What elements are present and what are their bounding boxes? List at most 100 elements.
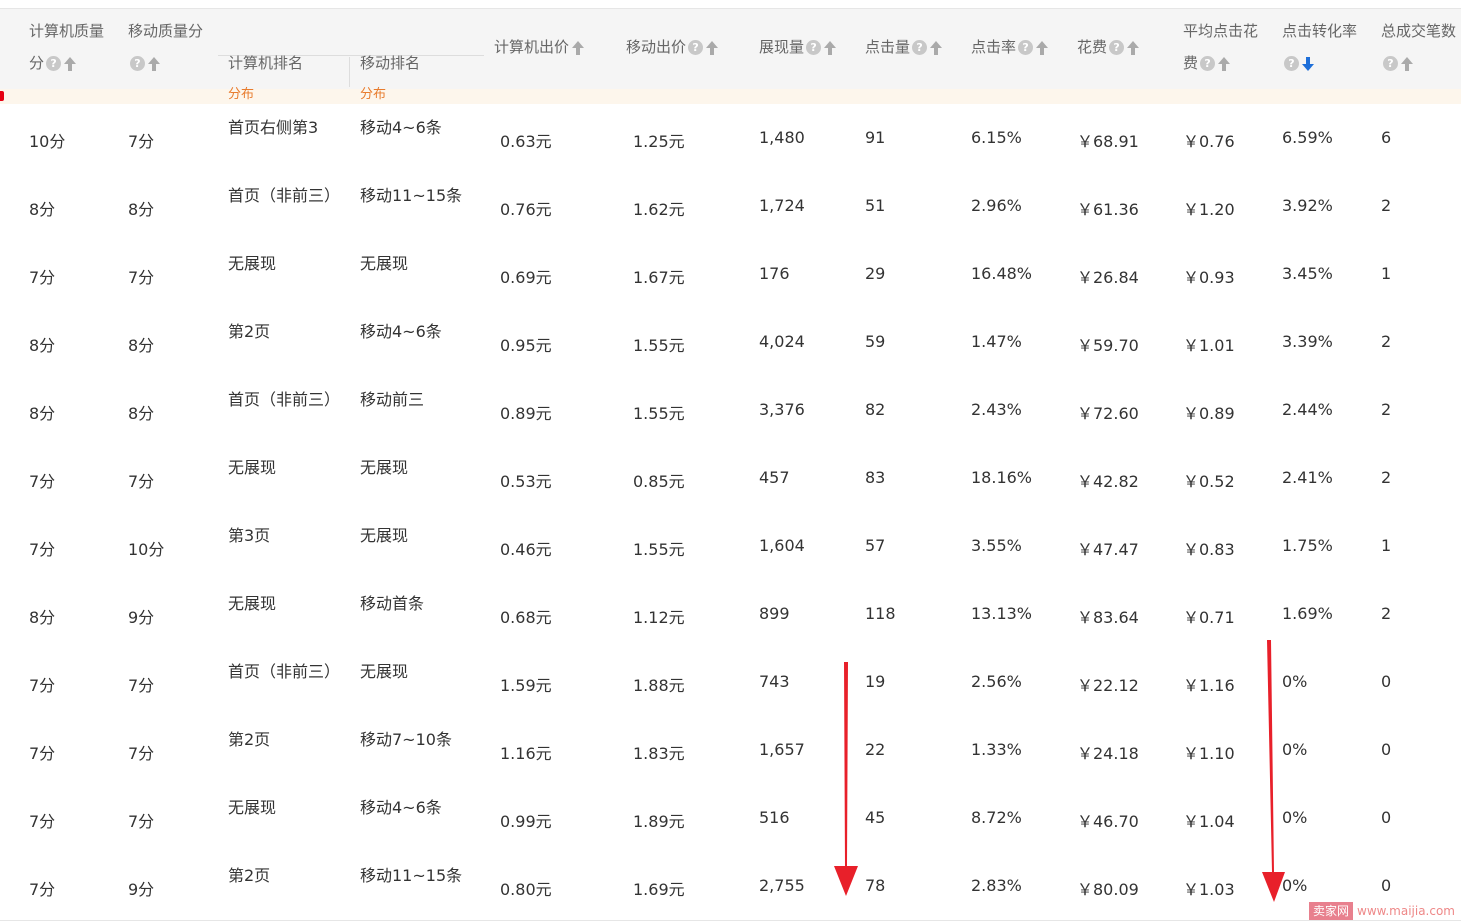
sort-up-icon[interactable] xyxy=(929,40,943,56)
help-icon[interactable]: ? xyxy=(46,56,62,71)
strip-label-left: 分布 xyxy=(228,87,255,102)
table-row[interactable]: 7分 7分 无展现 移动4~6条 0.99元 1.89元 516 45 8.72% ￥46.70 ￥… xyxy=(0,784,1461,853)
col-cost-label: 花费 xyxy=(1077,38,1108,56)
cell-mobile-rank: 无展现 xyxy=(360,458,409,477)
col-impressions[interactable]: 展现量? xyxy=(759,31,837,63)
table-row[interactable]: 7分 10分 第3页 无展现 0.46元 1.55元 1,604 57 3.55% ￥47.47 ￥… xyxy=(0,512,1461,581)
cell-pc-quality: 7分 xyxy=(29,676,56,695)
cell-pc-quality: 7分 xyxy=(29,472,56,491)
cell-orders: 2 xyxy=(1381,468,1392,487)
table-row[interactable]: 10分 7分 首页右侧第3 移动4~6条 0.63元 1.25元 1,480 91 6.15% ￥… xyxy=(0,104,1461,173)
col-pc-bid-label: 计算机出价 xyxy=(494,38,570,56)
cell-cost: ￥68.91 xyxy=(1077,132,1139,151)
help-icon[interactable]: ? xyxy=(1200,56,1216,71)
cell-pc-rank: 无展现 xyxy=(228,798,277,817)
sort-up-icon[interactable] xyxy=(147,56,161,72)
col-avg-cpc-line2: 费 xyxy=(1183,54,1199,72)
sort-up-icon[interactable] xyxy=(571,40,585,56)
col-avg-cpc-line1: 平均点击花 xyxy=(1183,22,1259,40)
cell-pc-quality: 7分 xyxy=(29,880,56,899)
cell-orders: 2 xyxy=(1381,400,1392,419)
strip-label-right: 分布 xyxy=(360,87,387,102)
sort-up-icon[interactable] xyxy=(63,56,77,72)
cell-impressions: 1,604 xyxy=(759,536,805,555)
cell-pc-bid: 0.80元 xyxy=(500,880,552,899)
cell-pc-quality: 10分 xyxy=(29,132,66,151)
cell-mobile-bid: 1.55元 xyxy=(633,336,685,355)
cell-mobile-quality: 7分 xyxy=(128,472,155,491)
col-pc-rank[interactable]: 计算机排名 xyxy=(228,47,303,79)
col-mobile-quality[interactable]: 移动质量分 ? xyxy=(128,15,203,79)
sort-up-icon[interactable] xyxy=(705,40,719,56)
sort-up-icon[interactable] xyxy=(823,40,837,56)
help-icon[interactable]: ? xyxy=(130,56,145,71)
sort-up-icon[interactable] xyxy=(1126,40,1140,56)
cell-cost: ￥80.09 xyxy=(1077,880,1139,899)
col-orders[interactable]: 总成交笔数 ? xyxy=(1381,15,1456,79)
cell-pc-quality: 8分 xyxy=(29,608,56,627)
cell-clicks: 51 xyxy=(865,196,886,215)
col-pc-quality-line2: 分 xyxy=(29,54,45,72)
cell-mobile-rank: 移动11~15条 xyxy=(360,866,463,885)
cell-ctr: 18.16% xyxy=(971,468,1033,487)
table-row[interactable]: 8分 8分 首页（非前三） 移动11~15条 0.76元 1.62元 1,724 51 2.96… xyxy=(0,172,1461,241)
cell-conversion-rate: 2.41% xyxy=(1282,468,1333,487)
help-icon[interactable]: ? xyxy=(1109,40,1125,55)
cell-pc-bid: 0.69元 xyxy=(500,268,552,287)
table-row[interactable]: 8分 9分 无展现 移动首条 0.68元 1.12元 899 118 13.13% ￥83.64 ￥… xyxy=(0,580,1461,649)
col-pc-quality[interactable]: 计算机质量 分? xyxy=(29,15,104,79)
cell-pc-quality: 8分 xyxy=(29,404,56,423)
table-row[interactable]: 7分 9分 第2页 移动11~15条 0.80元 1.69元 2,755 78 2.83% ￥80… xyxy=(0,852,1461,921)
help-icon[interactable]: ? xyxy=(688,40,704,55)
table-row[interactable]: 7分 7分 首页（非前三） 无展现 1.59元 1.88元 743 19 2.56% ￥22.12… xyxy=(0,648,1461,717)
table-row[interactable]: 8分 8分 第2页 移动4~6条 0.95元 1.55元 4,024 59 1.47% ￥59.7… xyxy=(0,308,1461,377)
annotation-arrow-icon xyxy=(1262,640,1285,902)
col-avg-cpc[interactable]: 平均点击花 费? xyxy=(1183,15,1258,79)
table-row[interactable]: 7分 7分 无展现 无展现 0.69元 1.67元 176 29 16.48% ￥26.84 ￥0.… xyxy=(0,240,1461,309)
cell-pc-bid: 1.16元 xyxy=(500,744,552,763)
cell-impressions: 899 xyxy=(759,604,790,623)
cell-orders: 1 xyxy=(1381,536,1392,555)
help-icon[interactable]: ? xyxy=(1018,40,1034,55)
cell-pc-rank: 第2页 xyxy=(228,322,271,341)
cell-avg-cpc: ￥1.03 xyxy=(1183,880,1235,899)
help-icon[interactable]: ? xyxy=(806,40,822,55)
col-clicks-label: 点击量 xyxy=(865,38,911,56)
sort-up-icon[interactable] xyxy=(1217,56,1231,72)
col-cost[interactable]: 花费? xyxy=(1077,31,1140,63)
col-mobile-bid[interactable]: 移动出价? xyxy=(626,31,719,63)
help-icon[interactable]: ? xyxy=(1284,56,1299,71)
annotation-arrow-icon xyxy=(834,662,858,896)
top-border xyxy=(0,0,1461,9)
table-row[interactable]: 8分 8分 首页（非前三） 移动前三 0.89元 1.55元 3,376 82 2.43% ￥72… xyxy=(0,376,1461,445)
cell-clicks: 57 xyxy=(865,536,886,555)
cell-mobile-bid: 1.55元 xyxy=(633,540,685,559)
cell-orders: 0 xyxy=(1381,672,1392,691)
sort-up-icon[interactable] xyxy=(1400,56,1414,72)
cell-mobile-rank: 移动前三 xyxy=(360,390,425,409)
sort-up-icon[interactable] xyxy=(1035,40,1049,56)
table-row[interactable]: 7分 7分 无展现 无展现 0.53元 0.85元 457 83 18.16% ￥42.82 ￥0.… xyxy=(0,444,1461,513)
help-icon[interactable]: ? xyxy=(1383,56,1398,71)
cell-pc-bid: 0.95元 xyxy=(500,336,552,355)
col-mobile-rank[interactable]: 移动排名 xyxy=(360,47,420,79)
col-orders-label: 总成交笔数 xyxy=(1381,22,1457,40)
col-clicks[interactable]: 点击量? xyxy=(865,31,943,63)
cell-pc-rank: 第2页 xyxy=(228,866,271,885)
cell-avg-cpc: ￥1.01 xyxy=(1183,336,1235,355)
col-conversion-rate[interactable]: 点击转化率 ? xyxy=(1282,15,1357,79)
cell-cost: ￥46.70 xyxy=(1077,812,1139,831)
table-header: 分布 分布 计算机质量 分? 移动质量分 ? 计算机排名 移动排名 计算机出价 … xyxy=(0,9,1461,114)
cell-impressions: 1,480 xyxy=(759,128,805,147)
cell-impressions: 1,657 xyxy=(759,740,805,759)
cell-avg-cpc: ￥0.71 xyxy=(1183,608,1235,627)
cell-impressions: 457 xyxy=(759,468,790,487)
col-mobile-bid-label: 移动出价 xyxy=(626,38,687,56)
col-ctr[interactable]: 点击率? xyxy=(971,31,1049,63)
cell-clicks: 45 xyxy=(865,808,886,827)
table-row[interactable]: 7分 7分 第2页 移动7~10条 1.16元 1.83元 1,657 22 1.33% ￥24.… xyxy=(0,716,1461,785)
cell-avg-cpc: ￥0.83 xyxy=(1183,540,1235,559)
sort-down-active-icon[interactable] xyxy=(1301,56,1315,72)
help-icon[interactable]: ? xyxy=(912,40,928,55)
col-pc-bid[interactable]: 计算机出价 xyxy=(494,31,585,63)
